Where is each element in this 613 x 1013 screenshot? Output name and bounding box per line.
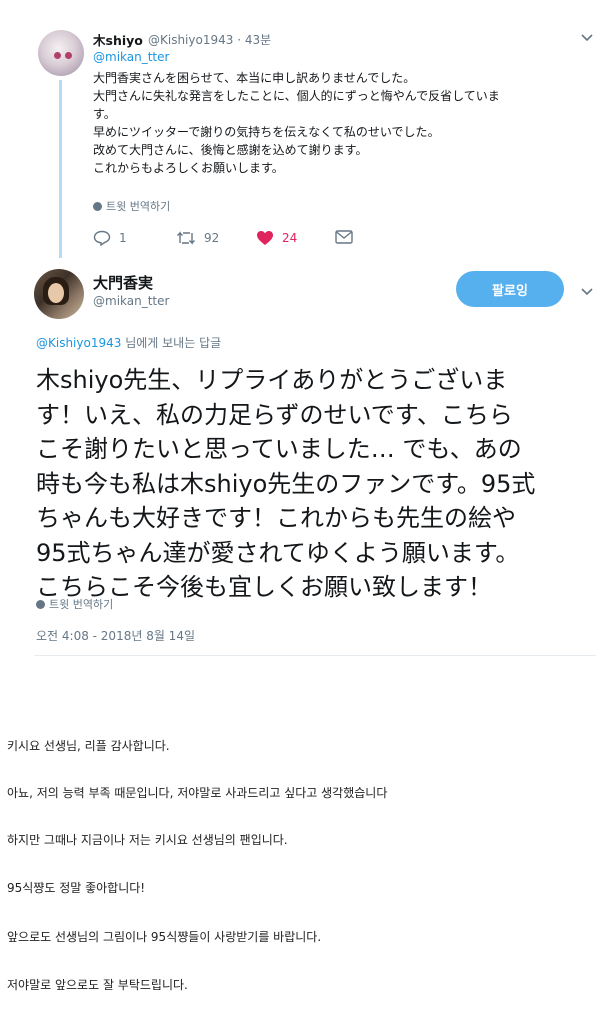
tweet2-text: 木shiyo先生、リプライありがとうございま す！いえ、私の力足らずのせいです、…	[36, 363, 596, 605]
tweet2-line: こそ謝りたいと思っていました… でも、あの	[36, 435, 522, 463]
chevron-down-icon[interactable]	[580, 285, 594, 301]
globe-icon	[36, 600, 45, 609]
replying-to-line: @Kishiyo1943 님에게 보내는 답글	[36, 334, 221, 351]
tweet2-translate-link[interactable]: 트윗 번역하기	[36, 596, 113, 612]
tweet2-line: こちらこそ今後も宜しくお願い致します！	[36, 573, 492, 601]
tweet1-reply-mention[interactable]: @mikan_tter	[93, 50, 169, 64]
translation-line: 95식쨩도 정말 좋아합니다!	[7, 881, 146, 895]
globe-icon	[93, 202, 102, 211]
tweet1-line: 早めにツイッターで謝りの気持ちを伝えなくて私のせいでした。	[93, 125, 440, 139]
tweet1-line: これからもよろしくお願いします。	[93, 161, 284, 175]
like-button[interactable]: 24	[256, 230, 297, 246]
avatar-kishiyo[interactable]	[38, 30, 84, 76]
heart-icon	[257, 231, 273, 245]
reply-mention-link[interactable]: @Kishiyo1943	[36, 336, 121, 350]
tweet2-line: 95式ちゃん達が愛されてゆくよう願います。	[36, 538, 520, 567]
following-button[interactable]: 팔로잉	[456, 271, 564, 307]
chevron-down-icon[interactable]	[580, 31, 594, 47]
translation-line: 하지만 그때나 지금이나 저는 키시요 선생님의 팬입니다.	[7, 833, 288, 847]
envelope-icon	[335, 230, 353, 244]
translate-label: 트윗 번역하기	[106, 200, 171, 213]
tweet1-line: 大門香実さんを困らせて、本当に申し訳ありませんでした。	[93, 71, 416, 85]
tweet1-line: 改めて大門さんに、後悔と感謝を込めて謝ります。	[93, 143, 368, 157]
tweet1-meta: @Kishiyo1943 · 43분	[148, 31, 271, 48]
retweet-button[interactable]: 92	[176, 230, 219, 246]
tweet2-display-name[interactable]: 大門香実	[93, 272, 153, 293]
avatar-eye	[65, 52, 72, 59]
reply-button[interactable]: 1	[93, 230, 127, 246]
dm-button[interactable]	[335, 230, 353, 244]
divider	[34, 655, 596, 656]
translate-label: 트윗 번역하기	[49, 598, 114, 611]
tweet2-timestamp[interactable]: 오전 4:08 - 2018년 8월 14일	[36, 627, 195, 644]
avatar-mikan[interactable]	[34, 269, 84, 319]
tweet1-time[interactable]: 43분	[245, 33, 271, 47]
tweet2-line: す！いえ、私の力足らずのせいです、こちら	[36, 400, 513, 429]
reply-count: 1	[119, 231, 127, 245]
retweet-count: 92	[204, 231, 220, 245]
translation-line: 키시요 선생님, 리플 감사합니다.	[7, 739, 170, 753]
tweet1-text: 大門香実さんを困らせて、本当に申し訳ありませんでした。 大門さんに失礼な発言をし…	[93, 69, 593, 177]
tweet2-line: ちゃんも大好きです！これからも先生の絵や	[36, 504, 516, 532]
thread-line	[59, 80, 62, 258]
reply-icon	[93, 230, 111, 246]
tweet2-line: 時も今も私は木shiyo先生のファンです。95式	[36, 469, 536, 498]
avatar-face	[48, 283, 64, 303]
retweet-icon	[177, 231, 195, 245]
tweet1-line: す。	[93, 107, 116, 121]
tweet1-translate-link[interactable]: 트윗 번역하기	[93, 198, 170, 214]
avatar-eye	[54, 52, 61, 59]
tweet1-display-name[interactable]: 木shiyo	[93, 30, 143, 49]
replying-to-suffix: 님에게 보내는 답글	[121, 336, 222, 350]
translation-line: 앞으로도 선생님의 그림이나 95식쨩들이 사랑받기를 바랍니다.	[7, 930, 322, 944]
translation-line: 아뇨, 저의 능력 부족 때문입니다, 저야말로 사과드리고 싶다고 생각했습니…	[7, 786, 388, 800]
tweet2-handle[interactable]: @mikan_tter	[93, 294, 169, 308]
tweet1-handle[interactable]: @Kishiyo1943	[148, 33, 233, 47]
tweet2-line: 木shiyo先生、リプライありがとうございま	[36, 366, 508, 394]
translation-line: 저야말로 앞으로도 잘 부탁드립니다.	[7, 978, 188, 992]
like-count: 24	[282, 231, 298, 245]
tweet1-line: 大門さんに失礼な発言をしたことに、個人的にずっと悔やんで反省していま	[93, 89, 500, 103]
meta-separator: ·	[237, 33, 245, 47]
